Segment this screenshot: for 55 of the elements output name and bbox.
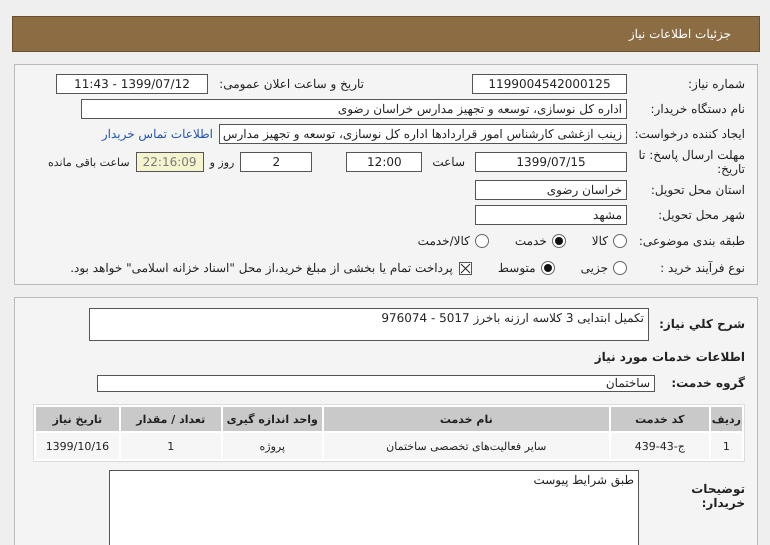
field-label: استان محل تحویل: <box>650 183 745 197</box>
column-header: واحد اندازه گیری <box>222 407 322 432</box>
radio-button[interactable] <box>540 261 555 275</box>
option-label: متوسط <box>498 261 536 275</box>
field-label: شرح کلي نياز: <box>658 317 745 332</box>
text-area[interactable]: تکمیل ابتدایی 3 کلاسه ارزنه باخرز 5017 - 976074 <box>89 308 649 341</box>
column-header: تاریخ نیاز <box>36 407 119 432</box>
field-label: نام دستگاه خریدار: <box>650 102 745 116</box>
column-header: تعداد / مقدار <box>120 407 221 432</box>
time-label: ساعت <box>432 155 465 169</box>
radio-button[interactable] <box>613 261 627 275</box>
checkbox[interactable] <box>458 262 472 274</box>
radio-button[interactable] <box>613 234 627 248</box>
option-label: جزیی <box>580 261 608 275</box>
text-field[interactable]: 1399/07/12 - 11:43 <box>56 74 208 94</box>
field-label: ایجاد کننده درخواست: <box>633 127 745 141</box>
contact-link[interactable]: اطلاعات تماس خریدار <box>102 127 213 141</box>
checkbox-label: پرداخت تمام یا بخشی از مبلغ خرید،از محل "اسناد خزانه اسلامی" خواهد بود. <box>70 261 453 275</box>
table-cell: 1399/10/16 <box>36 433 119 460</box>
text-field[interactable]: خراسان رضوی <box>475 180 627 200</box>
text-field[interactable]: زینب ازغشی کارشناس امور قراردادها اداره کل نوسازی، توسعه و تجهیز مدارس <box>219 124 627 144</box>
column-header: نام خدمت <box>324 407 609 432</box>
field-label: گروه خدمت: <box>670 376 745 390</box>
column-header: ردیف <box>710 407 742 432</box>
text-field[interactable]: مشهد <box>475 205 627 225</box>
table-cell: ج-43-439 <box>610 433 709 460</box>
option-label: کالا <box>592 234 608 248</box>
radio-button[interactable] <box>474 234 489 248</box>
field-label: تاریخ و ساعت اعلان عمومی: <box>218 77 364 91</box>
text-field[interactable]: ساختمان <box>97 374 655 392</box>
radio-button[interactable] <box>552 234 566 248</box>
field-label: توضیحات خریدار: <box>690 482 745 510</box>
field-label: شماره نیاز: <box>687 77 745 91</box>
table-cell: سایر فعالیت‌های تخصصی ساختمان <box>324 433 609 460</box>
text-field[interactable]: 12:00 <box>346 152 422 172</box>
days-label: روز و <box>210 156 234 168</box>
text-field[interactable]: اداره کل نوسازی، توسعه و تجهیز مدارس خراسان رضوی <box>81 99 627 119</box>
field-label: شهر محل تحویل: <box>657 208 745 222</box>
text-field[interactable]: 1399/07/15 <box>475 152 627 172</box>
text-area[interactable]: طبق شرایط پیوست <box>109 470 639 545</box>
table-cell: 1 <box>710 433 742 460</box>
field-label: طبقه بندی موضوعی: <box>638 234 745 248</box>
column-header: کد خدمت <box>610 407 709 432</box>
section-heading: اطلاعات خدمات مورد نیاز <box>593 350 745 364</box>
field-label: نوع فرآیند خرید : <box>659 261 745 275</box>
table-cell: 1 <box>120 433 221 460</box>
table-cell: پروژه <box>222 433 322 460</box>
text-field[interactable]: 1199004542000125 <box>472 74 627 94</box>
field-label: مهلت ارسال پاسخ: تا تاریخ: <box>637 148 745 176</box>
option-label: خدمت <box>514 234 547 248</box>
option-label: کالا/خدمت <box>418 234 470 248</box>
remaining-label: ساعت باقی مانده <box>48 156 130 168</box>
remaining-time[interactable]: 22:16:09 <box>136 152 204 172</box>
text-field[interactable]: 2 <box>240 152 312 172</box>
page-title: جزئیات اطلاعات نیاز <box>628 27 731 41</box>
